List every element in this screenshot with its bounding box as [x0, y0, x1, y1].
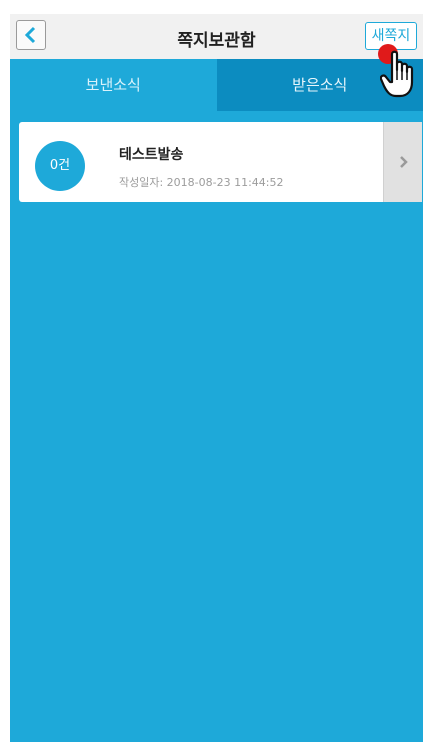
top-header: 쪽지보관함 새쪽지: [10, 14, 423, 60]
tab-sent[interactable]: 보낸소식: [10, 59, 217, 111]
message-title: 테스트발송: [119, 147, 184, 163]
open-message-button[interactable]: [383, 122, 422, 202]
app-frame: 쪽지보관함 새쪽지 보낸소식 받은소식 0건 테스트발송 작성일자: 2018-…: [10, 14, 423, 742]
tab-bar: 보낸소식 받은소식: [10, 59, 423, 111]
message-date: 작성일자: 2018-08-23 11:44:52: [119, 176, 284, 189]
message-list-item[interactable]: 0건 테스트발송 작성일자: 2018-08-23 11:44:52: [19, 122, 422, 202]
chevron-right-icon: [400, 156, 408, 168]
hand-pointer-icon: [380, 50, 414, 98]
page-title: 쪽지보관함: [177, 31, 256, 51]
count-badge: 0건: [35, 141, 85, 191]
